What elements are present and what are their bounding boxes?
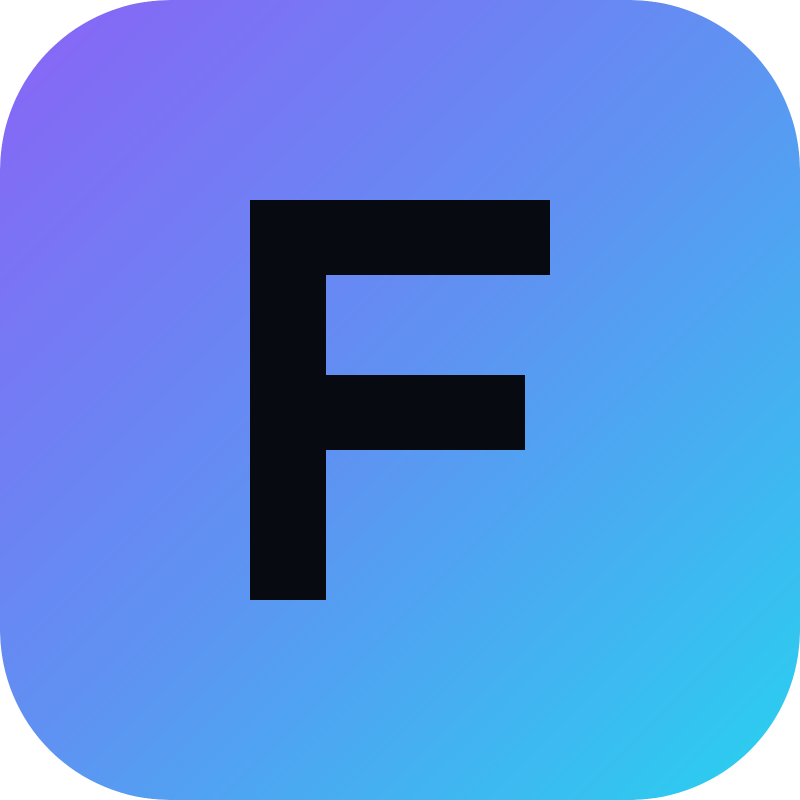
app-icon	[0, 0, 800, 800]
letter-f-top-bar	[250, 200, 550, 275]
letter-f-middle-bar	[250, 375, 525, 450]
